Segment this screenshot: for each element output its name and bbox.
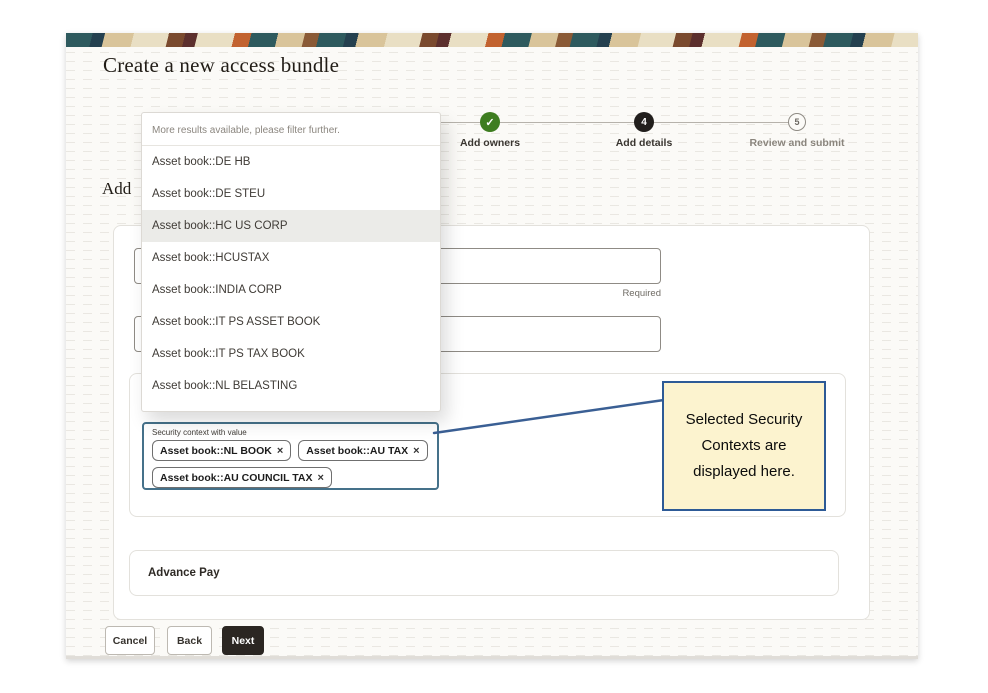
security-context-field[interactable]: Security context with value Asset book::… (142, 422, 439, 490)
chip-label: Asset book::AU COUNCIL TAX (160, 472, 312, 484)
next-button[interactable]: Next (222, 626, 264, 655)
advance-pay-label: Advance Pay (148, 567, 220, 579)
dropdown-item[interactable]: Asset book::IT PS ASSET BOOK (142, 306, 440, 338)
callout-text: Selected Security Contexts are displayed… (680, 407, 808, 486)
step-number: 4 (641, 117, 647, 128)
security-context-dropdown: More results available, please filter fu… (141, 112, 441, 412)
chip-nl-book[interactable]: Asset book::NL BOOK × (152, 440, 291, 461)
step-complete-check-icon[interactable]: ✓ (480, 112, 500, 132)
dropdown-item[interactable]: Asset book::DE STEU (142, 178, 440, 210)
dropdown-item[interactable]: Asset book::DE HB (142, 146, 440, 178)
back-button[interactable]: Back (167, 626, 212, 655)
decorative-pattern-banner (66, 33, 918, 47)
dropdown-item-highlighted[interactable]: Asset book::HC US CORP (142, 210, 440, 242)
remove-chip-icon[interactable]: × (277, 445, 283, 457)
page-title: Create a new access bundle (103, 53, 339, 78)
chip-list: Asset book::NL BOOK × Asset book::AU TAX… (152, 440, 429, 488)
security-context-field-label: Security context with value (152, 428, 429, 437)
step-current-circle[interactable]: 4 (634, 112, 654, 132)
page-canvas: Create a new access bundle ✓ 4 5 Add own… (66, 33, 918, 659)
remove-chip-icon[interactable]: × (413, 445, 419, 457)
chip-au-council-tax[interactable]: Asset book::AU COUNCIL TAX × (152, 467, 332, 488)
chip-au-tax[interactable]: Asset book::AU TAX × (298, 440, 427, 461)
dropdown-item[interactable]: Asset book::HCUSTAX (142, 242, 440, 274)
step-label-add-owners: Add owners (420, 137, 560, 149)
section-heading-fragment: Add (102, 179, 131, 199)
chip-label: Asset book::NL BOOK (160, 445, 272, 457)
step-label-add-details: Add details (574, 137, 714, 149)
remove-chip-icon[interactable]: × (317, 472, 323, 484)
step-upcoming-circle[interactable]: 5 (788, 113, 806, 131)
dropdown-note: More results available, please filter fu… (142, 113, 440, 145)
advance-pay-section[interactable]: Advance Pay (129, 550, 839, 596)
annotation-callout: Selected Security Contexts are displayed… (662, 381, 826, 511)
chip-label: Asset book::AU TAX (306, 445, 408, 457)
step-label-review-submit: Review and submit (727, 137, 867, 149)
dropdown-item[interactable]: Asset book::INDIA CORP (142, 274, 440, 306)
check-icon: ✓ (485, 116, 494, 129)
dropdown-item[interactable]: Asset book::IT PS TAX BOOK (142, 338, 440, 370)
screenshot-viewport: Create a new access bundle ✓ 4 5 Add own… (0, 0, 988, 693)
step-number: 5 (794, 117, 799, 127)
cancel-button[interactable]: Cancel (105, 626, 155, 655)
dropdown-item[interactable]: Asset book::NL BELASTING (142, 370, 440, 402)
